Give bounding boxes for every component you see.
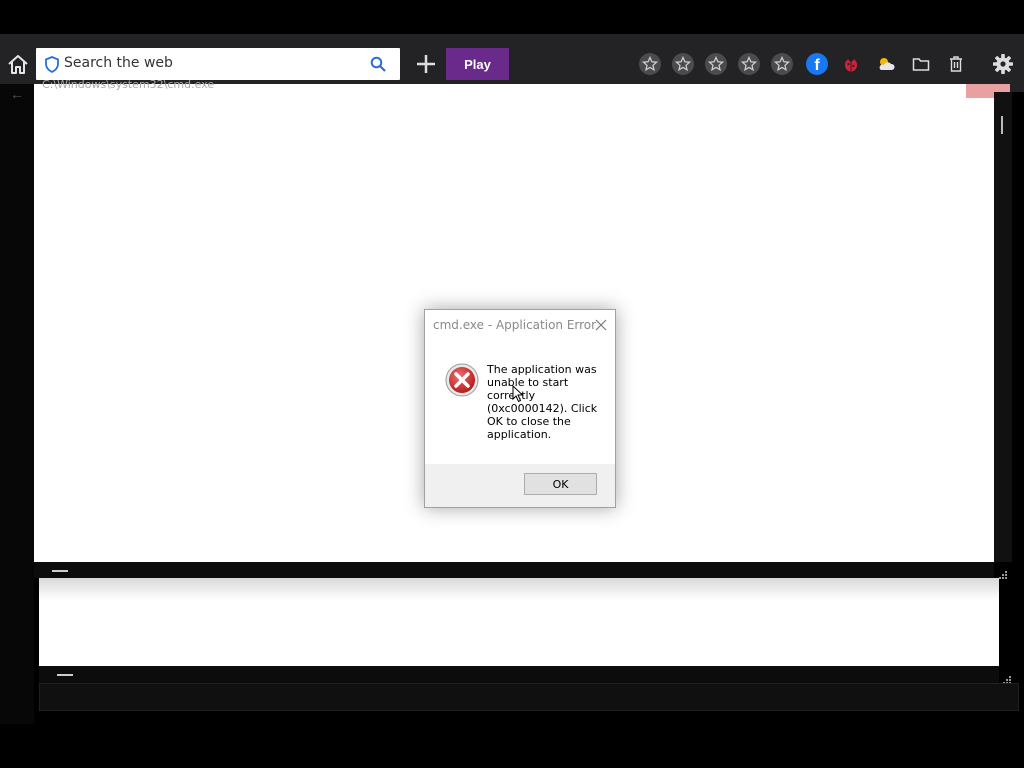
star-icon[interactable] (770, 52, 794, 76)
plus-icon[interactable] (414, 52, 438, 76)
facebook-icon[interactable]: f (805, 52, 829, 76)
background-window-frame (39, 683, 1019, 711)
resize-grip-icon[interactable] (998, 567, 1008, 579)
mouse-cursor-icon (512, 384, 524, 403)
gear-icon[interactable] (991, 52, 1015, 76)
ladybug-icon[interactable] (839, 52, 863, 76)
star-icon[interactable] (704, 52, 728, 76)
folder-icon[interactable] (909, 52, 933, 76)
star-icon[interactable] (638, 52, 662, 76)
star-icon[interactable] (737, 52, 761, 76)
left-panel (0, 84, 34, 724)
dialog-message: The application was unable to start corr… (487, 363, 598, 441)
background-window (39, 578, 999, 666)
resize-grip-icon[interactable] (1002, 672, 1012, 684)
ok-button[interactable]: OK (524, 473, 597, 495)
back-arrow-icon[interactable]: ← (10, 86, 24, 102)
error-icon (445, 363, 479, 397)
dialog-title: cmd.exe - Application Error (433, 318, 597, 332)
trash-icon[interactable] (944, 52, 968, 76)
window-status-bar (34, 562, 994, 578)
minimize-icon[interactable] (52, 570, 68, 572)
close-icon[interactable] (595, 318, 607, 331)
scrollbar-thumb[interactable] (1001, 116, 1003, 134)
search-icon[interactable] (370, 56, 386, 72)
cmd-window-title: C:\Windows\system32\cmd.exe (42, 78, 215, 91)
search-input[interactable]: Search the web (36, 48, 400, 80)
weather-icon[interactable] (874, 52, 898, 76)
dialog-footer: OK (425, 464, 615, 507)
star-icon[interactable] (671, 52, 695, 76)
minimize-icon[interactable] (57, 674, 73, 676)
home-icon[interactable] (6, 53, 30, 75)
window-status-bar (39, 666, 999, 683)
scrollbar[interactable] (994, 92, 1012, 562)
shield-icon (44, 56, 60, 74)
error-dialog: cmd.exe - Application Error The applicat… (424, 309, 616, 508)
search-placeholder: Search the web (64, 55, 173, 71)
play-button[interactable]: Play (446, 48, 509, 80)
